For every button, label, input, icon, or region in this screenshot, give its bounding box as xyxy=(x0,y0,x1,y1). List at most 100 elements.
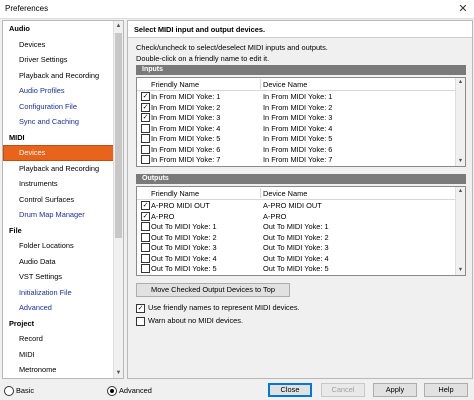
scroll-down-icon[interactable]: ▼ xyxy=(456,157,465,166)
friendly-name-cell[interactable]: In From MIDI Yoke: 6 xyxy=(151,145,220,154)
basic-mode-radio[interactable] xyxy=(4,386,14,396)
advanced-mode-label[interactable]: Advanced xyxy=(119,386,152,395)
device-checkbox[interactable] xyxy=(141,243,150,252)
sidebar-item[interactable]: Initialization File xyxy=(3,285,114,301)
move-checked-to-top-button[interactable]: Move Checked Output Devices to Top xyxy=(136,283,290,297)
sidebar-category[interactable]: Audio xyxy=(3,21,114,37)
friendly-name-cell[interactable]: In From MIDI Yoke: 1 xyxy=(151,92,220,101)
friendly-name-cell[interactable]: A-PRO MIDI OUT xyxy=(151,201,210,210)
friendly-name-cell[interactable]: Out To MIDI Yoke: 1 xyxy=(151,222,217,231)
sidebar-item[interactable]: Record xyxy=(3,331,114,347)
sidebar-item[interactable]: Audio Data xyxy=(3,254,114,270)
sidebar-item[interactable]: Advanced xyxy=(3,300,114,316)
device-name-cell: In From MIDI Yoke: 7 xyxy=(263,155,333,164)
device-checkbox[interactable] xyxy=(141,222,150,231)
device-row[interactable]: Out To MIDI Yoke: 4 Out To MIDI Yoke: 4 xyxy=(137,253,465,264)
friendly-name-cell[interactable]: In From MIDI Yoke: 7 xyxy=(151,155,220,164)
scroll-up-icon[interactable]: ▲ xyxy=(456,78,465,87)
sidebar-item[interactable]: Metronome xyxy=(3,362,114,378)
advanced-mode-radio[interactable] xyxy=(107,386,117,396)
device-row[interactable]: ✓ A-PRO MIDI OUT A-PRO MIDI OUT xyxy=(137,200,465,211)
scroll-up-icon[interactable]: ▲ xyxy=(114,21,123,31)
device-checkbox[interactable]: ✓ xyxy=(141,113,150,122)
column-device-name[interactable]: Device Name xyxy=(263,189,307,198)
friendly-name-cell[interactable]: In From MIDI Yoke: 4 xyxy=(151,124,220,133)
device-checkbox[interactable] xyxy=(141,253,150,263)
use-friendly-names-checkbox[interactable]: ✓ xyxy=(136,304,145,313)
scroll-up-icon[interactable]: ▲ xyxy=(456,187,465,196)
sidebar-category[interactable]: File xyxy=(3,223,114,239)
sidebar-item[interactable]: Folder Locations xyxy=(3,238,114,254)
scrollbar-thumb[interactable] xyxy=(115,33,122,238)
friendly-name-cell[interactable]: Out To MIDI Yoke: 3 xyxy=(151,243,217,252)
friendly-name-cell[interactable]: Out To MIDI Yoke: 2 xyxy=(151,233,217,242)
sidebar-item[interactable]: Playback and Recording xyxy=(3,161,114,177)
friendly-name-cell[interactable]: Out To MIDI Yoke: 5 xyxy=(151,264,217,273)
sidebar-scrollbar[interactable]: ▲ ▼ xyxy=(113,21,123,378)
sidebar-category[interactable]: MIDI xyxy=(3,130,114,146)
friendly-name-cell[interactable]: In From MIDI Yoke: 3 xyxy=(151,113,220,122)
sidebar-item[interactable]: Driver Settings xyxy=(3,52,114,68)
device-checkbox[interactable]: ✓ xyxy=(141,92,150,101)
device-row[interactable]: Out To MIDI Yoke: 5 Out To MIDI Yoke: 5 xyxy=(137,263,465,274)
device-row[interactable]: ✓ In From MIDI Yoke: 2 In From MIDI Yoke: … xyxy=(137,102,465,113)
use-friendly-names-label[interactable]: Use friendly names to represent MIDI dev… xyxy=(148,303,300,312)
device-row[interactable]: In From MIDI Yoke: 7 In From MIDI Yoke: 7 xyxy=(137,154,465,165)
friendly-name-cell[interactable]: In From MIDI Yoke: 5 xyxy=(151,134,220,143)
friendly-name-cell[interactable]: In From MIDI Yoke: 2 xyxy=(151,103,220,112)
scroll-down-icon[interactable]: ▼ xyxy=(456,266,465,275)
device-row[interactable]: Out To MIDI Yoke: 3 Out To MIDI Yoke: 3 xyxy=(137,242,465,253)
column-friendly-name[interactable]: Friendly Name xyxy=(151,80,199,89)
column-friendly-name[interactable]: Friendly Name xyxy=(151,189,199,198)
close-window-icon[interactable]: ✕ xyxy=(456,2,470,16)
sidebar-item[interactable]: Instruments xyxy=(3,176,114,192)
device-checkbox[interactable]: ✓ xyxy=(141,211,150,221)
apply-button[interactable]: Apply xyxy=(373,383,417,397)
device-row[interactable]: Out To MIDI Yoke: 2 Out To MIDI Yoke: 2 xyxy=(137,232,465,243)
device-row[interactable]: In From MIDI Yoke: 6 In From MIDI Yoke: 6 xyxy=(137,144,465,155)
friendly-name-cell[interactable]: A-PRO xyxy=(151,212,174,221)
help-button[interactable]: Help xyxy=(424,383,468,397)
sidebar-item[interactable]: Devices xyxy=(3,37,114,53)
sidebar-item[interactable]: Drum Map Manager xyxy=(3,207,114,223)
outputs-list[interactable]: Friendly Name Device Name ✓ A-PRO MIDI OU… xyxy=(136,186,466,276)
sidebar-item[interactable]: Devices xyxy=(3,145,114,161)
inputs-list[interactable]: Friendly Name Device Name ✓ In From MIDI … xyxy=(136,77,466,167)
device-name-cell: In From MIDI Yoke: 6 xyxy=(263,144,333,154)
sidebar-item[interactable]: Playback and Recording xyxy=(3,68,114,84)
sidebar-item[interactable]: MIDI xyxy=(3,347,114,363)
warn-no-midi-checkbox[interactable] xyxy=(136,317,145,326)
warn-no-midi-label[interactable]: Warn about no MIDI devices. xyxy=(148,316,243,325)
device-row[interactable]: In From MIDI Yoke: 5 In From MIDI Yoke: 5 xyxy=(137,133,465,144)
device-row[interactable]: ✓ In From MIDI Yoke: 3 In From MIDI Yoke: … xyxy=(137,112,465,123)
midi-devices-panel: Select MIDI input and output devices. Ch… xyxy=(127,20,473,379)
sidebar-item[interactable]: VST Settings xyxy=(3,269,114,285)
sidebar-item[interactable]: Sync and Caching xyxy=(3,114,114,130)
scroll-down-icon[interactable]: ▼ xyxy=(114,368,123,378)
sidebar-item[interactable]: Configuration File xyxy=(3,99,114,115)
device-row[interactable]: In From MIDI Yoke: 4 In From MIDI Yoke: 4 xyxy=(137,123,465,134)
device-row[interactable]: Out To MIDI Yoke: 1 Out To MIDI Yoke: 1 xyxy=(137,221,465,232)
cancel-button[interactable]: Cancel xyxy=(321,383,365,397)
device-row[interactable]: ✓ In From MIDI Yoke: 1 In From MIDI Yoke: … xyxy=(137,91,465,102)
device-checkbox[interactable] xyxy=(141,134,150,143)
device-checkbox[interactable]: ✓ xyxy=(141,102,150,112)
inputs-scrollbar[interactable]: ▲ ▼ xyxy=(455,78,465,166)
device-checkbox[interactable] xyxy=(141,264,150,273)
device-checkbox[interactable] xyxy=(141,155,150,164)
close-button[interactable]: Close xyxy=(268,383,312,397)
instructions-line-1: Check/uncheck to select/deselect MIDI in… xyxy=(136,43,328,52)
friendly-name-cell[interactable]: Out To MIDI Yoke: 4 xyxy=(151,254,217,263)
outputs-scrollbar[interactable]: ▲ ▼ xyxy=(455,187,465,275)
outputs-list-header: Friendly Name Device Name xyxy=(137,187,465,200)
device-checkbox[interactable]: ✓ xyxy=(141,201,150,210)
sidebar-item[interactable]: Control Surfaces xyxy=(3,192,114,208)
column-device-name[interactable]: Device Name xyxy=(263,80,307,89)
device-checkbox[interactable] xyxy=(141,232,150,242)
sidebar-item[interactable]: Audio Profiles xyxy=(3,83,114,99)
sidebar-category[interactable]: Project xyxy=(3,316,114,332)
device-row[interactable]: ✓ A-PRO A-PRO xyxy=(137,211,465,222)
basic-mode-label[interactable]: Basic xyxy=(16,386,34,395)
device-checkbox[interactable] xyxy=(141,123,150,133)
device-checkbox[interactable] xyxy=(141,144,150,154)
